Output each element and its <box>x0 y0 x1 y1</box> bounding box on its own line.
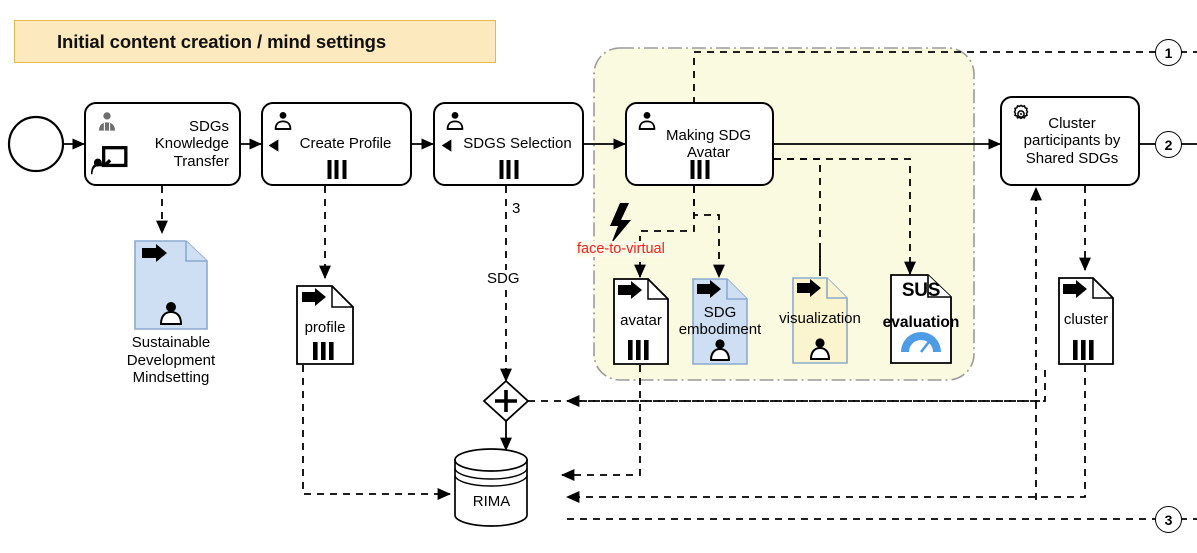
artifact-caption: Sustainable Development Mindsetting <box>126 334 216 386</box>
task-markers <box>690 160 709 179</box>
assoc-avatar-to-rima <box>560 365 641 481</box>
task-markers <box>1073 340 1094 360</box>
task-markers <box>327 160 346 179</box>
task-create-profile[interactable]: Create Profile <box>261 102 412 186</box>
link-event-2[interactable]: 2 <box>1155 131 1182 158</box>
task-markers <box>499 160 518 179</box>
artifact-cluster: cluster <box>1058 277 1114 365</box>
datastore-rima: RIMA <box>455 449 528 527</box>
task-label: SDGs Knowledge Transfer <box>154 117 229 170</box>
assoc-cluster-to-rima <box>565 365 1086 503</box>
artifact-label: avatar <box>620 312 662 329</box>
task-sdgs-knowledge-transfer[interactable]: SDGs Knowledge Transfer <box>84 102 241 186</box>
flow-label-sdg: SDG <box>485 270 522 287</box>
datastore-label: RIMA <box>472 493 511 510</box>
flow-label-face-to-virtual: face-to-virtual <box>576 241 666 257</box>
artifact-label: profile <box>304 319 346 336</box>
artifact-sustainable-dev-mindsetting: Sustainable Development Mindsetting <box>127 240 215 386</box>
assoc-profile-to-rima <box>302 365 452 500</box>
artifact-label-top: SUS <box>901 280 941 301</box>
artifact-label: SDG embodiment <box>678 304 762 338</box>
artifact-avatar: avatar <box>613 278 669 365</box>
task-sdgs-selection[interactable]: SDGS Selection <box>433 102 584 186</box>
task-making-sdg-avatar[interactable]: Making SDG Avatar <box>625 102 774 186</box>
flow-label-3: 3 <box>510 200 523 217</box>
artifact-profile: profile <box>296 285 354 365</box>
section-banner: Initial content creation / mind settings <box>14 20 496 63</box>
document-shape <box>134 240 208 330</box>
diagram-canvas: Initial content creation / mind settings… <box>0 0 1197 553</box>
artifact-sdg-embodiment: SDG embodiment <box>679 278 761 365</box>
task-label: Cluster participants by Shared SDGs <box>1023 114 1121 167</box>
artifact-sus-evaluation: SUS evaluation <box>883 274 959 364</box>
link-event-1[interactable]: 1 <box>1155 39 1182 66</box>
artifact-label-mid: evaluation <box>882 314 960 331</box>
start-event-circle <box>7 115 65 173</box>
link-event-3[interactable]: 3 <box>1155 506 1182 533</box>
section-banner-label: Initial content creation / mind settings <box>57 30 387 52</box>
artifact-label: visualization <box>779 310 861 327</box>
task-markers <box>313 342 334 360</box>
artifact-label: cluster <box>1063 311 1109 328</box>
task-markers <box>628 340 649 360</box>
task-cluster-participants[interactable]: Cluster participants by Shared SDGs <box>1000 96 1140 186</box>
artifact-visualization: visualization <box>779 277 861 364</box>
